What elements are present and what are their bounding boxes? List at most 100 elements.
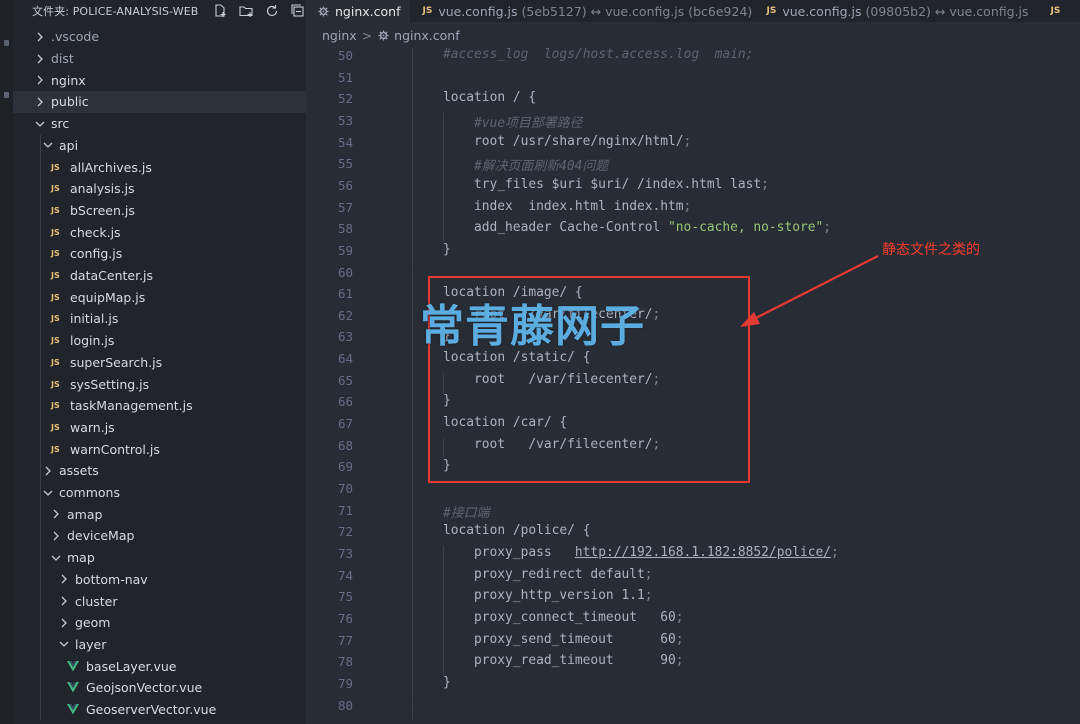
tree-file[interactable]: JS config.js bbox=[13, 243, 306, 265]
breadcrumb-file[interactable]: nginx.conf bbox=[394, 28, 459, 43]
tree-folder[interactable]: assets bbox=[13, 460, 306, 482]
tree-folder[interactable]: commons bbox=[13, 482, 306, 504]
tree-file[interactable]: JS analysis.js bbox=[13, 178, 306, 200]
code-token: ; bbox=[823, 220, 832, 236]
tree-item-label: amap bbox=[67, 506, 103, 522]
tree-item-label: warn.js bbox=[70, 419, 115, 435]
tree-file[interactable]: JS sysSetting.js bbox=[13, 373, 306, 395]
tree-folder[interactable]: geom bbox=[13, 612, 306, 634]
code-line: proxy_connect_timeout 60; bbox=[474, 610, 684, 625]
chevron-down-icon bbox=[49, 554, 63, 562]
collapse-all-icon[interactable] bbox=[290, 3, 306, 19]
code-token: try_files $uri $uri/ /index.html last bbox=[474, 176, 762, 192]
tree-folder[interactable]: map bbox=[13, 547, 306, 569]
tree-item-label: login.js bbox=[70, 333, 115, 349]
tree-item-label: warnControl.js bbox=[70, 441, 160, 457]
code-token: #解决页面刷新404问题 bbox=[474, 159, 609, 175]
chevron-right-icon bbox=[49, 509, 63, 519]
tree-folder[interactable]: amap bbox=[13, 503, 306, 525]
indent-guide bbox=[412, 134, 413, 157]
tree-file[interactable]: JS login.js bbox=[13, 330, 306, 352]
line-number: 79 bbox=[337, 675, 353, 691]
tree-folder[interactable]: nginx bbox=[13, 69, 306, 91]
tab-suffix: (09805b2) ↔ vue.config.js bbox=[865, 3, 1029, 19]
code-token: } bbox=[443, 674, 451, 690]
line-number: 51 bbox=[337, 69, 353, 85]
code-token: index index.html index.htm bbox=[474, 198, 684, 214]
indent-guide bbox=[412, 69, 413, 92]
tree-file[interactable]: JS warn.js bbox=[13, 417, 306, 439]
chevron-right-icon bbox=[41, 466, 55, 476]
code-line: proxy_pass http://192.168.1.182:8852/pol… bbox=[474, 545, 839, 560]
breadcrumb-folder[interactable]: nginx bbox=[322, 28, 357, 43]
tree-folder[interactable]: api bbox=[13, 135, 306, 157]
line-number: 76 bbox=[337, 610, 353, 626]
tree-folder[interactable]: src bbox=[13, 113, 306, 135]
tree-file[interactable]: GeoserverVector.vue bbox=[13, 699, 306, 721]
indent-guide bbox=[412, 372, 413, 395]
indent-guide bbox=[443, 199, 444, 222]
tab-nginx-conf[interactable]: nginx.conf bbox=[306, 0, 411, 22]
chevron-right-icon bbox=[33, 32, 47, 42]
line-number: 64 bbox=[337, 351, 353, 367]
chevron-right-icon bbox=[57, 618, 71, 628]
tree-file[interactable]: baseLayer.vue bbox=[13, 655, 306, 677]
indent-guide bbox=[443, 632, 444, 655]
js-file-icon: JS bbox=[51, 162, 60, 172]
tree-file[interactable]: GeojsonVector.vue bbox=[13, 677, 306, 699]
annotation-arrow bbox=[740, 255, 879, 327]
indent-guide bbox=[443, 567, 444, 590]
indent-guide bbox=[412, 610, 413, 633]
tree-item-label: geom bbox=[75, 615, 111, 631]
tree-folder[interactable]: dist bbox=[13, 48, 306, 70]
tree-file[interactable]: JS equipMap.js bbox=[13, 286, 306, 308]
activity-indicator bbox=[4, 92, 9, 98]
code-line: #vue项目部署路径 bbox=[474, 112, 582, 131]
line-number: 75 bbox=[337, 589, 353, 605]
new-folder-icon[interactable] bbox=[238, 3, 254, 19]
refresh-icon[interactable] bbox=[264, 3, 280, 19]
activity-indicator bbox=[4, 40, 9, 46]
tree-file[interactable]: JS initial.js bbox=[13, 308, 306, 330]
tree-file[interactable]: JS superSearch.js bbox=[13, 352, 306, 374]
indent-guide bbox=[412, 545, 413, 568]
js-file-icon: JS bbox=[51, 336, 60, 346]
tree-file[interactable]: JS bScreen.js bbox=[13, 200, 306, 222]
tree-file[interactable]: JS dataCenter.js bbox=[13, 265, 306, 287]
line-number: 66 bbox=[337, 394, 353, 410]
code-token: root /usr/share/nginx/html/ bbox=[474, 133, 684, 149]
tree-item-label: baseLayer.vue bbox=[86, 658, 177, 674]
indent-guide bbox=[412, 502, 413, 525]
new-file-icon[interactable] bbox=[212, 3, 228, 19]
tree-file[interactable]: JS allArchives.js bbox=[13, 156, 306, 178]
indent-guide bbox=[412, 351, 413, 373]
tree-folder[interactable]: .vscode bbox=[13, 26, 306, 48]
code-line: } bbox=[443, 675, 451, 690]
indent-guide bbox=[412, 242, 413, 265]
tree-folder[interactable]: deviceMap bbox=[13, 525, 306, 547]
tree-file[interactable]: JS check.js bbox=[13, 221, 306, 243]
js-file-icon: JS bbox=[766, 6, 777, 16]
tab-suffix: (5eb5127) ↔ vue.config.js (bc6e924) bbox=[521, 3, 753, 19]
tree-folder[interactable]: public bbox=[13, 91, 306, 113]
tree-item-label: GeojsonVector.vue bbox=[86, 680, 203, 696]
tab-vue-config-diff-1[interactable]: JS vue.config.js (5eb5127) ↔ vue.config.… bbox=[410, 0, 754, 22]
code-line: #解决页面刷新404问题 bbox=[474, 155, 608, 174]
chevron-right-icon bbox=[57, 596, 71, 606]
tree-file[interactable]: JS warnControl.js bbox=[13, 438, 306, 460]
indent-guide bbox=[412, 112, 413, 135]
js-file-icon: JS bbox=[422, 6, 433, 16]
tree-folder[interactable]: cluster bbox=[13, 590, 306, 612]
tree-item-label: check.js bbox=[70, 224, 121, 240]
code-line: location /police/ { bbox=[443, 523, 590, 538]
tab-overflow[interactable]: JS bbox=[1038, 0, 1078, 22]
tab-vue-config-diff-2[interactable]: JS vue.config.js (09805b2) ↔ vue.config.… bbox=[754, 0, 1038, 22]
tree-folder[interactable]: layer bbox=[13, 634, 306, 656]
tree-item-label: config.js bbox=[70, 246, 123, 262]
line-number: 70 bbox=[337, 481, 353, 496]
tree-file[interactable]: JS taskManagement.js bbox=[13, 395, 306, 417]
tree-folder[interactable]: bottom-nav bbox=[13, 569, 306, 591]
breadcrumb: nginx > nginx.conf bbox=[306, 22, 1080, 48]
code-token: proxy_redirect default bbox=[474, 566, 645, 582]
indent-guide bbox=[412, 91, 413, 113]
